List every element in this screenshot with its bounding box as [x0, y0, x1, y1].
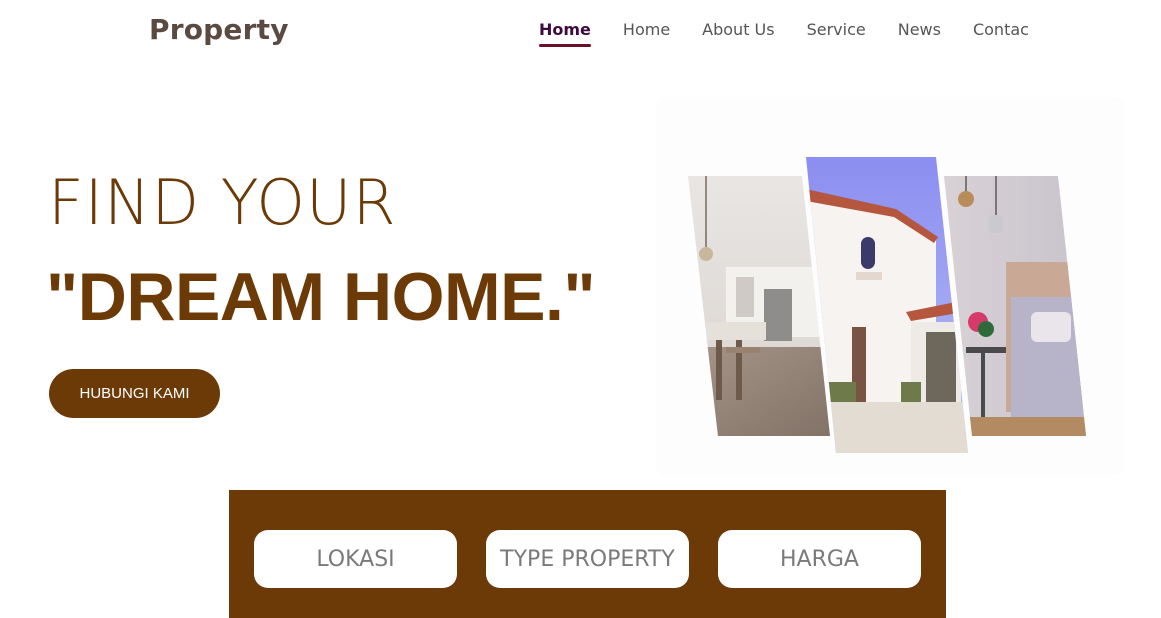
hero-heading-line1: FIND YOUR — [48, 166, 397, 239]
contact-us-button[interactable]: HUBUNGI KAMI — [49, 369, 220, 418]
price-filter-button[interactable]: HARGA — [718, 530, 921, 588]
property-image-collage — [688, 157, 1086, 453]
nav-item-service[interactable]: Service — [807, 20, 866, 40]
nav-item-news[interactable]: News — [898, 20, 941, 40]
nav-label: Service — [806, 20, 866, 39]
nav-label: Home — [539, 20, 591, 39]
nav-item-contac[interactable]: Contac — [973, 20, 1029, 40]
nav-item-home-active[interactable]: Home — [539, 20, 591, 47]
property-search-bar: LOKASI TYPE PROPERTY HARGA — [229, 490, 946, 618]
nav-item-home[interactable]: Home — [623, 20, 670, 40]
nav-label: Contac — [972, 20, 1029, 39]
active-underline — [539, 44, 591, 47]
nav-label: News — [897, 20, 941, 39]
location-filter-button[interactable]: LOKASI — [254, 530, 457, 588]
property-type-filter-button[interactable]: TYPE PROPERTY — [486, 530, 689, 588]
site-logo[interactable]: Property — [149, 13, 289, 46]
landing-page: Property Home Home About Us Service News… — [0, 0, 1161, 618]
nav-label: Home — [622, 20, 671, 39]
main-nav: Home Home About Us Service News Contac — [539, 20, 1061, 47]
hero-heading-line2: "DREAM HOME." — [46, 259, 596, 335]
nav-label: About Us — [702, 20, 775, 39]
nav-item-about-us[interactable]: About Us — [702, 20, 774, 40]
